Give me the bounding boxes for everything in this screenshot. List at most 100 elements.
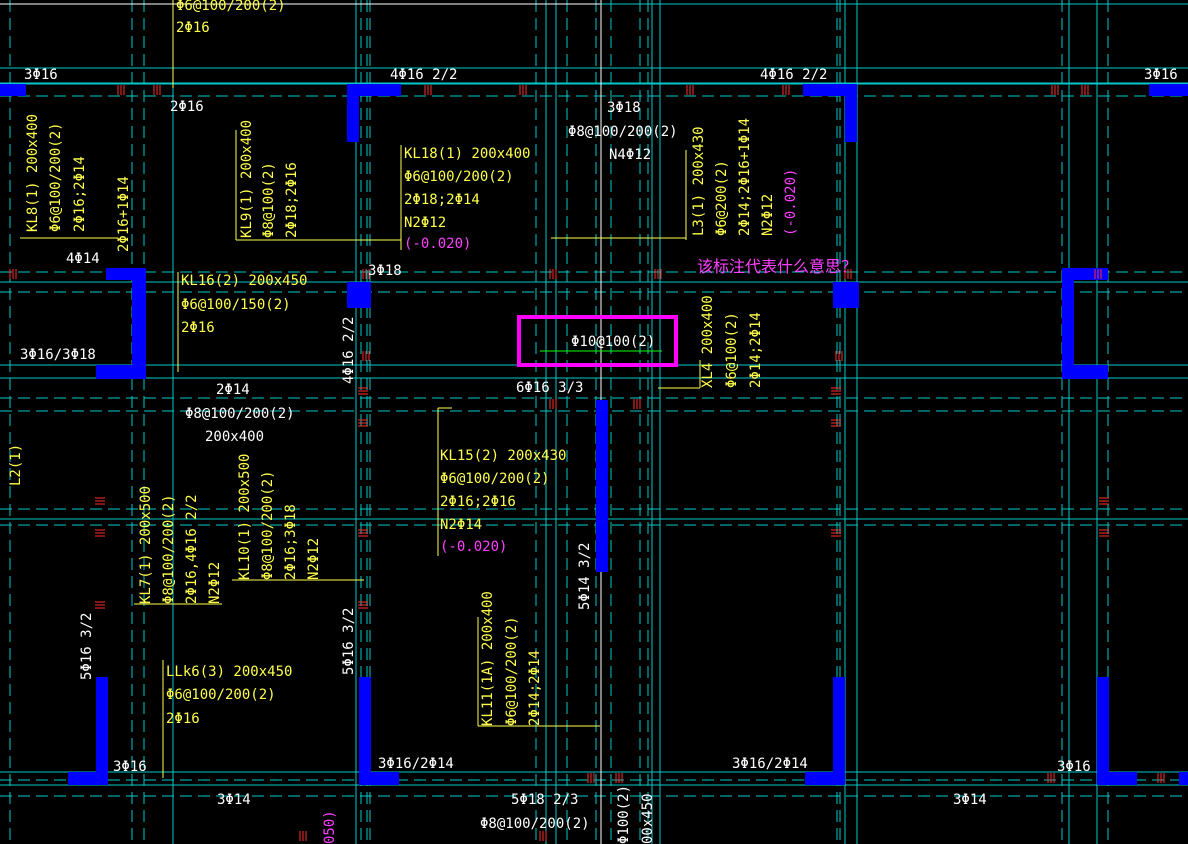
label-t20: 5Φ16 3/2 xyxy=(79,613,95,680)
label-kl16-3: 2Φ16 xyxy=(181,320,215,336)
label-t26: 3Φ14 xyxy=(217,792,251,808)
label-l2: L2(1) xyxy=(8,444,24,486)
label-l3-2: Φ6@200(2) xyxy=(714,160,730,236)
label-kl10-4: N2Φ12 xyxy=(306,538,322,580)
label-kl8-2: Φ6@100/200(2) xyxy=(48,122,64,232)
column xyxy=(96,677,108,785)
label-kl18-2: Φ6@100/200(2) xyxy=(404,169,514,185)
label-t14: 4Φ16 2/2 xyxy=(341,317,357,384)
label-kl15-2: Φ6@100/200(2) xyxy=(440,471,550,487)
column xyxy=(1097,677,1109,785)
label-kl9-2: Φ8@100(2) xyxy=(261,162,277,238)
label-kl7-3: 2Φ16,4Φ16 2/2 xyxy=(184,494,200,604)
column xyxy=(359,677,371,785)
label-kl7-2: Φ8@100/200(2) xyxy=(161,494,177,604)
label-t3: 3Φ16 xyxy=(24,67,58,83)
column xyxy=(805,772,845,785)
label-t15: 6Φ16 3/3 xyxy=(516,380,583,396)
label-t8: 3Φ18 xyxy=(607,100,641,116)
column xyxy=(347,84,359,142)
column xyxy=(1062,365,1108,379)
label-t19: 5Φ14 3/2 xyxy=(577,543,593,610)
label-kl15-4: N2Φ14 xyxy=(440,517,482,533)
label-t28: Φ8@100/200(2) xyxy=(480,816,590,832)
label-t10: N4Φ12 xyxy=(609,147,651,163)
label-kl9-3: 2Φ18;2Φ16 xyxy=(284,162,300,238)
label-xl4-2: Φ6@100(2) xyxy=(724,312,740,388)
label-t9: Φ8@100/200(2) xyxy=(568,124,678,140)
label-kl18-1: KL18(1) 200x400 xyxy=(404,146,530,162)
label-t17: Φ8@100/200(2) xyxy=(185,406,295,422)
label-t5: 4Φ16 2/2 xyxy=(760,67,827,83)
label-t23: 3Φ16/2Φ14 xyxy=(378,756,454,772)
column xyxy=(1179,772,1188,785)
label-kl11-2: Φ6@100/200(2) xyxy=(504,616,520,726)
label-t31: 00x450 xyxy=(640,793,656,844)
label-t12: 3Φ18 xyxy=(368,263,402,279)
label-t6: 3Φ16 xyxy=(1144,67,1178,83)
column xyxy=(1097,772,1137,785)
label-kl15-5: (-0.020) xyxy=(440,539,507,555)
question-text: 该标注代表什么意思？ xyxy=(697,257,857,276)
label-t30: Φ100(2) xyxy=(616,785,632,844)
column xyxy=(96,365,146,379)
label-t7: 2Φ16 xyxy=(170,99,204,115)
label-t18: 200x400 xyxy=(205,429,264,445)
label-t1: Φ6@100/200(2) xyxy=(176,0,286,14)
label-kl8-4: 2Φ16+1Φ14 xyxy=(116,176,132,252)
label-llk6-3: 2Φ16 xyxy=(166,711,200,727)
column xyxy=(833,282,859,308)
label-l3-4: N2Φ12 xyxy=(760,194,776,236)
rebar-ticks xyxy=(9,85,1165,841)
label-kl16-1: KL16(2) 200x450 xyxy=(181,273,307,289)
leader-lines xyxy=(20,0,701,778)
label-t21: 5Φ16 3/2 xyxy=(341,608,357,675)
label-kl10-3: 2Φ16;3Φ18 xyxy=(283,504,299,580)
column xyxy=(347,282,371,308)
annotations: Φ6@100/200(2) 2Φ16 3Φ16 4Φ16 2/2 4Φ16 2/… xyxy=(8,0,1178,844)
label-l3-3: 2Φ14;2Φ16+1Φ14 xyxy=(737,118,753,236)
label-kl16-2: Φ6@100/150(2) xyxy=(181,297,291,313)
label-xl4-3: 2Φ14;2Φ14 xyxy=(748,312,764,388)
column xyxy=(68,772,108,785)
label-t11: 4Φ14 xyxy=(66,251,100,267)
label-l3-1: L3(1) 200x430 xyxy=(691,126,707,236)
highlight-annotation-text: Φ10@100(2) xyxy=(571,334,655,350)
label-kl11-1: KL11(1A) 200x400 xyxy=(480,591,496,726)
label-kl7-1: KL7(1) 200x500 xyxy=(138,486,154,604)
label-t25: 3Φ16 xyxy=(1057,759,1091,775)
column xyxy=(833,677,845,785)
structural-drawing-canvas[interactable]: Φ6@100/200(2) 2Φ16 3Φ16 4Φ16 2/2 4Φ16 2/… xyxy=(0,0,1188,844)
label-t4: 4Φ16 2/2 xyxy=(390,67,457,83)
column xyxy=(596,400,608,572)
label-t22: 3Φ16 xyxy=(113,759,147,775)
label-t27: 5Φ18 2/3 xyxy=(511,792,578,808)
label-kl10-2: Φ8@100/200(2) xyxy=(260,470,276,580)
label-kl15-1: KL15(2) 200x430 xyxy=(440,448,566,464)
label-kl9-1: KL9(1) 200x400 xyxy=(239,120,255,238)
label-kl8-1: KL8(1) 200x400 xyxy=(25,114,41,232)
column xyxy=(0,84,26,96)
column xyxy=(132,268,146,378)
label-l3-5: (-0.020) xyxy=(783,169,799,236)
label-kl11-3: 2Φ14;2Φ14 xyxy=(527,650,543,726)
label-kl18-5: (-0.020) xyxy=(404,236,471,252)
label-kl8-3: 2Φ16;2Φ14 xyxy=(72,156,88,232)
label-llk6-1: LLk6(3) 200x450 xyxy=(166,664,292,680)
label-t24: 3Φ16/2Φ14 xyxy=(732,756,808,772)
label-t2: 2Φ16 xyxy=(176,20,210,36)
label-xl4-1: XL4 200x400 xyxy=(700,295,716,388)
label-t13: 3Φ16/3Φ18 xyxy=(20,347,96,363)
label-kl18-4: N2Φ12 xyxy=(404,215,446,231)
label-kl18-3: 2Φ18;2Φ14 xyxy=(404,192,480,208)
label-t16: 2Φ14 xyxy=(216,382,250,398)
column xyxy=(359,772,399,785)
label-kl7-4: N2Φ12 xyxy=(207,562,223,604)
label-t29: 3Φ14 xyxy=(953,792,987,808)
column xyxy=(845,84,857,142)
column xyxy=(1149,84,1188,96)
label-llk6-2: Φ6@100/200(2) xyxy=(166,687,276,703)
label-kl15-3: 2Φ16;2Φ16 xyxy=(440,494,516,510)
label-kl10-1: KL10(1) 200x500 xyxy=(237,454,253,580)
label-t32: 050) xyxy=(322,810,338,844)
